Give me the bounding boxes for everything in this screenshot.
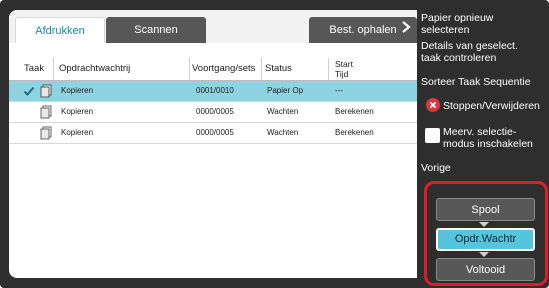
row-divider xyxy=(9,143,417,144)
menu-back[interactable]: Vorige xyxy=(421,162,451,174)
job-name: Kopieren xyxy=(61,86,94,95)
table-header: Taak Opdrachtwachtrij Voortgang/sets Sta… xyxy=(9,58,417,80)
menu-multi-select-line1: Meerv. selectie- xyxy=(443,126,517,138)
table-row[interactable]: Kopieren 0001/0010 Papier Op --- xyxy=(9,81,417,101)
menu-stop-delete[interactable]: Stoppen/Verwijderen xyxy=(443,100,540,112)
job-queue-button[interactable]: Opdr.Wachtr xyxy=(436,228,535,251)
job-progress: 0000/0005 xyxy=(196,107,234,116)
job-progress: 0001/0010 xyxy=(196,86,234,95)
job-start-time: Berekenen xyxy=(335,107,374,116)
header-start-line2: Tijd xyxy=(335,69,349,79)
header-job: Opdrachtwachtrij xyxy=(59,63,131,74)
header-divider xyxy=(189,58,190,80)
tab-scan[interactable]: Scannen xyxy=(106,17,206,43)
down-arrow-icon xyxy=(479,222,489,227)
down-arrow-icon xyxy=(479,252,489,257)
job-status: Wachten xyxy=(267,107,299,116)
tab-print[interactable]: Afdrukken xyxy=(15,17,105,43)
header-start-line1: Start xyxy=(335,59,353,69)
tab-bar: Afdrukken Scannen Best. ophalen xyxy=(9,10,417,43)
menu-check-details-line2: taak controleren xyxy=(421,52,497,64)
chevron-right-icon[interactable] xyxy=(399,20,413,34)
stop-icon xyxy=(426,98,440,112)
multi-select-checkbox[interactable] xyxy=(425,128,440,143)
menu-sort-sequence[interactable]: Sorteer Taak Sequentie xyxy=(421,76,531,88)
copy-job-icon xyxy=(40,105,52,119)
job-name: Kopieren xyxy=(61,128,94,137)
table-row[interactable]: Kopieren 0000/0005 Wachten Berekenen xyxy=(9,102,417,122)
job-start-time: Berekenen xyxy=(335,128,374,137)
menu-multi-select[interactable]: Meerv. selectie- modus inschakelen xyxy=(443,126,533,150)
spool-button[interactable]: Spool xyxy=(436,198,535,221)
header-divider xyxy=(261,58,262,80)
header-task: Taak xyxy=(24,63,45,74)
header-start-time: Start Tijd xyxy=(335,59,353,81)
header-divider xyxy=(53,58,54,80)
menu-multi-select-line2: modus inschakelen xyxy=(443,138,533,150)
job-status-panel: Afdrukken Scannen Best. ophalen Taak Opd… xyxy=(9,10,417,278)
job-status: Wachten xyxy=(267,128,299,137)
completed-button[interactable]: Voltooid xyxy=(436,258,535,281)
checkmark-icon xyxy=(23,86,35,96)
job-start-time: --- xyxy=(335,86,343,95)
header-progress: Voortgang/sets xyxy=(192,63,256,74)
job-progress: 0000/0005 xyxy=(196,128,234,137)
copy-job-icon xyxy=(40,84,52,98)
job-name: Kopieren xyxy=(61,107,94,116)
menu-check-details[interactable]: Details van geselect. taak controleren xyxy=(421,40,518,64)
header-status: Status xyxy=(265,63,292,74)
table-row[interactable]: Kopieren 0000/0005 Wachten Berekenen xyxy=(9,123,417,143)
menu-reselect-paper[interactable]: Papier opnieuw selecteren xyxy=(421,12,493,36)
menu-reselect-paper-line1: Papier opnieuw xyxy=(421,12,494,24)
job-list-selector: Spool Opdr.Wachtr Voltooid xyxy=(424,181,548,286)
copy-job-icon xyxy=(40,126,52,140)
menu-check-details-line1: Details van geselect. xyxy=(421,40,518,52)
job-status: Papier Op xyxy=(267,86,304,95)
menu-reselect-paper-line2: selecteren xyxy=(421,24,470,36)
header-divider xyxy=(328,58,329,80)
